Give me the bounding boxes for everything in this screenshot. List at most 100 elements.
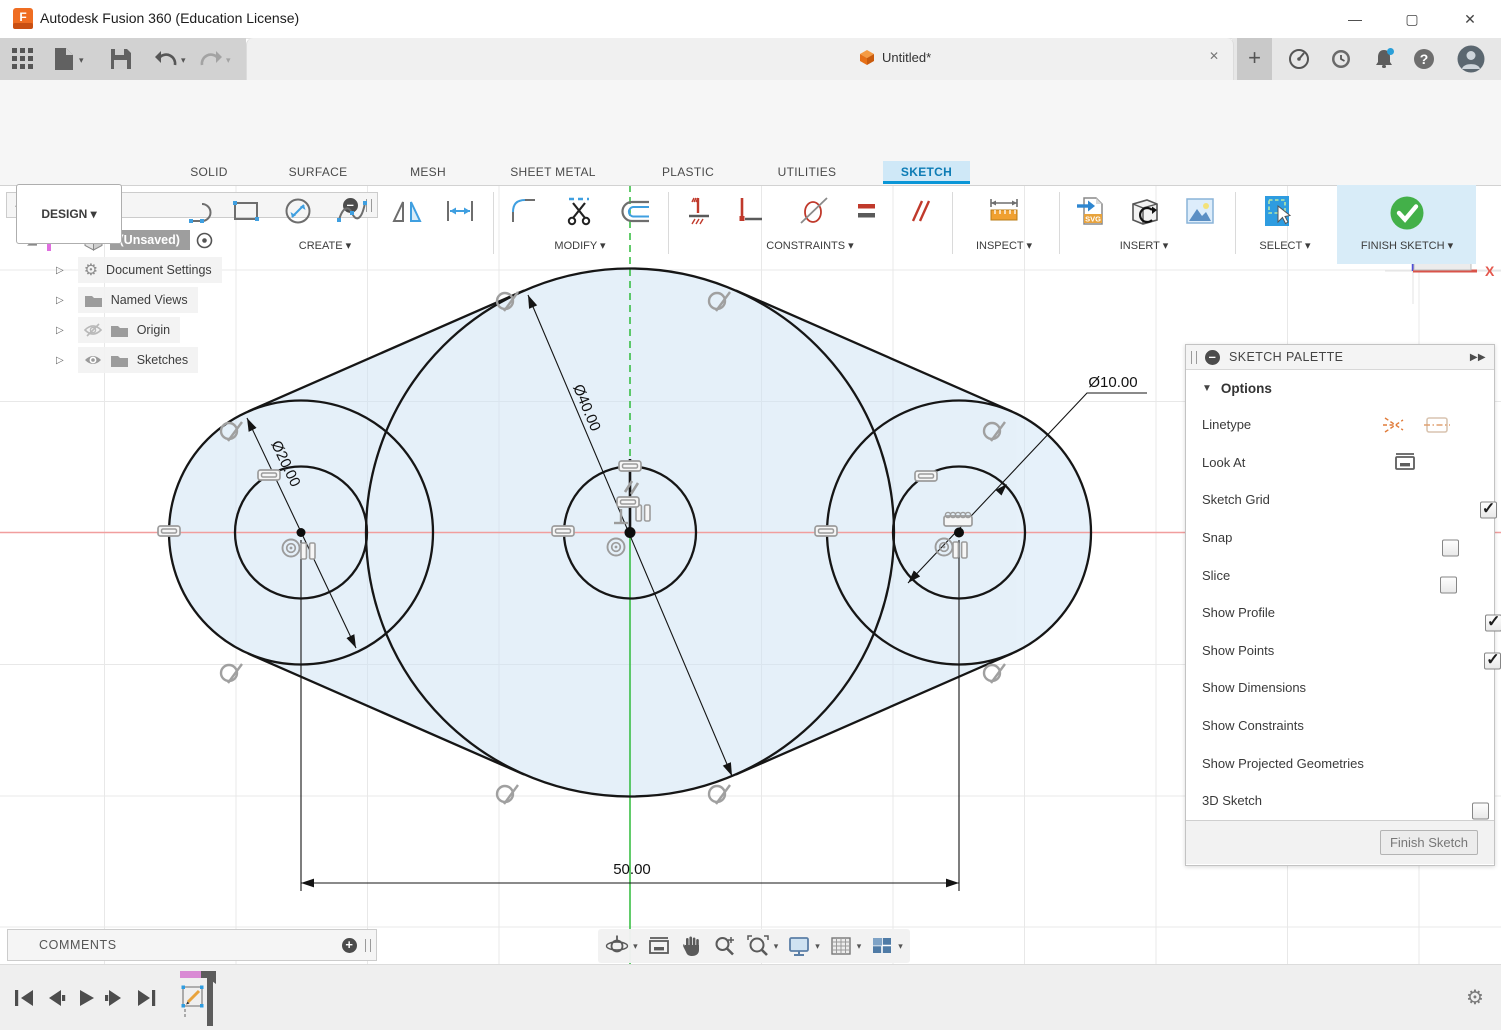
chevron-right-icon[interactable]: ▷ — [56, 295, 64, 306]
centerline-linetype-icon[interactable] — [1424, 414, 1450, 436]
design-workspace-button[interactable]: DESIGN ▾ — [16, 184, 122, 244]
job-status-clock-icon[interactable] — [1330, 48, 1352, 70]
orbit-dropdown-caret[interactable]: ▾ — [633, 941, 638, 952]
dim-center-spacing[interactable]: 50.00 — [613, 861, 651, 878]
file-icon[interactable] — [54, 47, 74, 71]
zoom-icon[interactable] — [713, 934, 737, 958]
select-icon[interactable] — [1262, 194, 1296, 228]
modify-trim-icon[interactable] — [563, 194, 597, 228]
finish-sketch-palette-button[interactable]: Finish Sketch — [1380, 830, 1478, 855]
tab-sketch[interactable]: SKETCH — [883, 161, 970, 184]
tab-plastic[interactable]: PLASTIC — [656, 161, 720, 184]
tree-row-document-settings[interactable]: ▷ ⚙ Document Settings — [6, 257, 378, 283]
tab-close-icon[interactable]: ✕ — [1209, 49, 1219, 63]
palette-minimize-icon[interactable]: – — [1205, 350, 1220, 365]
activate-target-icon[interactable] — [196, 232, 213, 249]
apps-grid-icon[interactable] — [12, 48, 34, 70]
select-group-label[interactable]: SELECT ▾ — [1225, 239, 1345, 252]
construction-linetype-icon[interactable] — [1381, 414, 1407, 436]
profile-avatar[interactable] — [1457, 45, 1485, 73]
create-rectangle-icon[interactable] — [229, 194, 263, 228]
grid-dropdown-caret[interactable]: ▾ — [857, 941, 862, 952]
minimize-button[interactable]: — — [1341, 8, 1369, 30]
insert-mesh-icon[interactable] — [1127, 194, 1161, 228]
sketch-grid-checkbox[interactable]: ✓ — [1480, 502, 1497, 519]
add-comment-icon[interactable]: + — [342, 938, 357, 953]
look-at-icon[interactable] — [1394, 452, 1416, 472]
dim-right-inner[interactable]: Ø10.00 — [1088, 374, 1137, 391]
modify-fillet-icon[interactable] — [507, 194, 541, 228]
notifications-bell-icon[interactable] — [1372, 47, 1396, 71]
tab-solid[interactable]: SOLID — [180, 161, 238, 184]
pan-hand-icon[interactable] — [680, 934, 704, 958]
inspect-measure-icon[interactable] — [987, 194, 1021, 228]
create-line-icon[interactable] — [188, 194, 222, 228]
redo-dropdown-caret[interactable]: ▾ — [226, 55, 231, 66]
extensions-icon[interactable] — [1288, 48, 1310, 70]
document-tab[interactable]: Untitled* ✕ — [246, 38, 1234, 80]
tree-row-named-views[interactable]: ▷ Named Views — [6, 287, 378, 313]
viewports-dropdown-caret[interactable]: ▾ — [898, 941, 903, 952]
chevron-right-icon[interactable]: ▷ — [56, 355, 64, 366]
close-button[interactable]: ✕ — [1456, 8, 1484, 30]
insert-canvas-icon[interactable] — [1183, 194, 1217, 228]
create-spline-icon[interactable] — [335, 194, 369, 228]
undo-icon[interactable] — [155, 48, 177, 68]
undo-dropdown-caret[interactable]: ▾ — [181, 55, 186, 66]
modify-offset-icon[interactable] — [618, 194, 652, 228]
constraints-group-label[interactable]: CONSTRAINTS ▾ — [750, 239, 870, 252]
timeline-settings-gear-icon[interactable]: ⚙ — [1466, 985, 1484, 1010]
palette-drag-handle[interactable] — [1191, 351, 1197, 364]
grid-settings-icon[interactable] — [829, 934, 853, 958]
constraint-equal-icon[interactable] — [849, 194, 883, 228]
constraint-horizontal-vertical-icon[interactable] — [683, 194, 717, 228]
modify-group-label[interactable]: MODIFY ▾ — [520, 239, 640, 252]
redo-icon[interactable] — [200, 48, 222, 68]
options-section-header[interactable]: ▼ Options — [1186, 370, 1494, 406]
orbit-icon[interactable] — [605, 934, 629, 958]
help-icon[interactable]: ? — [1413, 48, 1435, 70]
palette-header[interactable]: – SKETCH PALETTE ▶▶ — [1186, 345, 1494, 370]
display-settings-icon[interactable] — [787, 934, 811, 958]
tab-utilities[interactable]: UTILITIES — [770, 161, 844, 184]
inspect-group-label[interactable]: INSPECT ▾ — [944, 239, 1064, 252]
create-circle-icon[interactable] — [281, 194, 315, 228]
comments-drag-handle[interactable] — [365, 939, 371, 952]
file-dropdown-caret[interactable]: ▾ — [79, 55, 84, 66]
new-tab-button[interactable]: + — [1237, 38, 1272, 80]
constraint-coincident-icon[interactable] — [733, 194, 767, 228]
visibility-off-eye-icon[interactable] — [84, 323, 102, 337]
chevron-right-icon[interactable]: ▷ — [56, 265, 64, 276]
slice-checkbox[interactable]: ✓ — [1440, 577, 1457, 594]
save-icon[interactable] — [110, 48, 131, 69]
constraint-parallel-icon[interactable] — [903, 194, 937, 228]
timeline-sketch-feature-chip[interactable] — [176, 969, 222, 1027]
insert-group-label[interactable]: INSERT ▾ — [1084, 239, 1204, 252]
timeline-skip-end-icon[interactable] — [136, 986, 158, 1010]
chevron-right-icon[interactable]: ▷ — [56, 325, 64, 336]
fit-view-icon[interactable] — [746, 934, 770, 958]
timeline-step-back-icon[interactable] — [45, 986, 67, 1010]
create-dimension-icon[interactable] — [443, 194, 477, 228]
fit-dropdown-caret[interactable]: ▾ — [774, 941, 779, 952]
3d-sketch-checkbox[interactable]: ✓ — [1472, 803, 1489, 820]
maximize-button[interactable]: ▢ — [1398, 8, 1426, 30]
tree-row-sketches[interactable]: ▷ Sketches — [6, 347, 378, 373]
timeline-play-icon[interactable] — [75, 986, 97, 1010]
timeline-skip-start-icon[interactable] — [13, 986, 35, 1010]
tab-surface[interactable]: SURFACE — [280, 161, 356, 184]
insert-svg-icon[interactable]: SVG — [1075, 194, 1109, 228]
finish-sketch-button[interactable]: FINISH SKETCH ▾ — [1337, 185, 1476, 264]
timeline-step-forward-icon[interactable] — [103, 986, 125, 1010]
viewports-icon[interactable] — [870, 934, 894, 958]
visibility-eye-icon[interactable] — [84, 354, 102, 366]
show-points-checkbox[interactable]: ✓ — [1484, 652, 1501, 669]
constraint-tangent-icon[interactable] — [797, 194, 831, 228]
tab-sheet-metal[interactable]: SHEET METAL — [508, 161, 598, 184]
display-dropdown-caret[interactable]: ▾ — [815, 941, 820, 952]
create-group-label[interactable]: CREATE ▾ — [265, 239, 385, 252]
look-at-view-icon[interactable] — [647, 935, 671, 957]
create-mirror-icon[interactable] — [390, 194, 424, 228]
tab-mesh[interactable]: MESH — [402, 161, 454, 184]
tree-row-origin[interactable]: ▷ Origin — [6, 317, 378, 343]
